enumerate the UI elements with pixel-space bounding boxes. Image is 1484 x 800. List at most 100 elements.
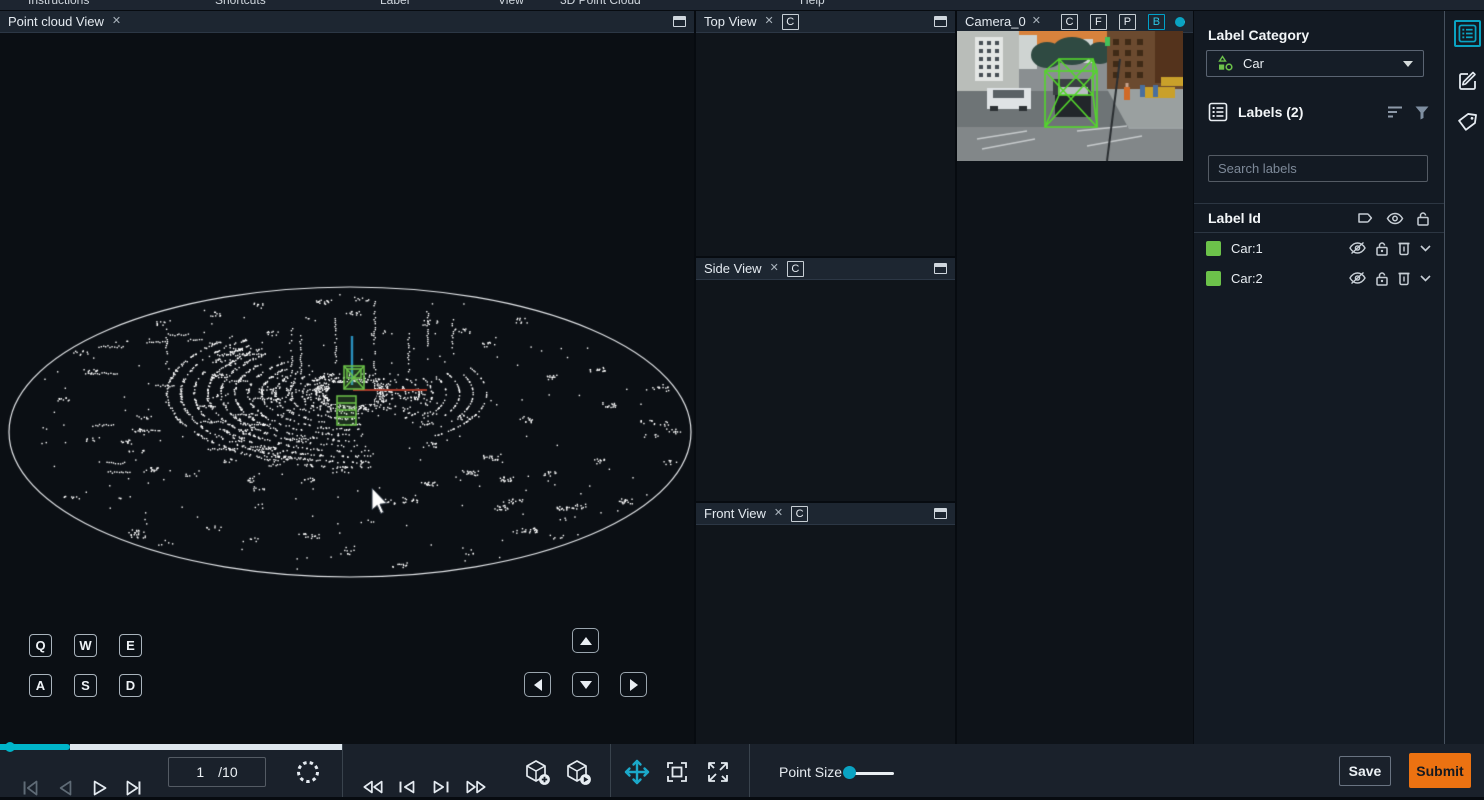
- close-icon[interactable]: ✕: [770, 263, 779, 274]
- top-menu-bar: Instructions Shortcuts Label View 3D Poi…: [0, 0, 1484, 10]
- side-view-header: Side View ✕ C: [696, 258, 955, 280]
- sort-labels-button[interactable]: [1386, 105, 1404, 119]
- delete-label-button[interactable]: [1397, 240, 1411, 256]
- trash-icon: [1397, 270, 1411, 286]
- pan-right-button[interactable]: [620, 672, 647, 697]
- camera-toggle-b[interactable]: B: [1148, 14, 1165, 30]
- frame-scrubber-track[interactable]: [70, 744, 342, 750]
- fast-forward-button[interactable]: [463, 775, 489, 799]
- side-view-c-button[interactable]: C: [787, 261, 804, 277]
- expand-label-button[interactable]: [1419, 274, 1432, 283]
- close-icon[interactable]: ✕: [112, 16, 121, 27]
- tag-icon: [1456, 111, 1480, 133]
- point-cloud-panel-header: Point cloud View ✕: [0, 11, 694, 33]
- filter-icon: [1414, 105, 1430, 120]
- menu-instructions[interactable]: Instructions: [28, 0, 89, 7]
- maximize-icon[interactable]: [934, 16, 947, 27]
- toggle-all-visibility-button[interactable]: [1386, 212, 1404, 225]
- first-frame-button[interactable]: [18, 776, 42, 800]
- expand-label-button[interactable]: [1419, 244, 1432, 253]
- submit-button[interactable]: Submit: [1409, 753, 1471, 788]
- key-w[interactable]: W: [74, 634, 97, 657]
- camera-toggle-f[interactable]: F: [1090, 14, 1107, 30]
- add-cuboid-button[interactable]: [522, 757, 552, 787]
- close-icon[interactable]: ✕: [765, 16, 774, 27]
- save-button[interactable]: Save: [1339, 756, 1391, 786]
- key-a[interactable]: A: [29, 674, 52, 697]
- label-category-dropdown[interactable]: Car: [1206, 50, 1424, 77]
- label-row-car-2[interactable]: Car:2: [1194, 263, 1444, 293]
- fullscreen-button[interactable]: [705, 759, 731, 785]
- camera-toggle-p[interactable]: P: [1119, 14, 1136, 30]
- maximize-icon[interactable]: [934, 263, 947, 274]
- step-back-button[interactable]: [394, 775, 420, 799]
- edit-icon: [1456, 69, 1480, 93]
- key-e[interactable]: E: [119, 634, 142, 657]
- top-view-header: Top View ✕ C: [696, 11, 955, 33]
- maximize-icon[interactable]: [934, 508, 947, 519]
- pan-up-button[interactable]: [572, 628, 599, 653]
- menu-label[interactable]: Label: [380, 0, 409, 7]
- toggle-all-tags-button[interactable]: [1357, 211, 1374, 225]
- previous-icon: [53, 776, 77, 800]
- fit-frame-icon: [664, 759, 690, 785]
- arrow-down-icon: [580, 681, 592, 689]
- label-id-header-row: Label Id: [1194, 203, 1444, 233]
- frame-scrubber-knob[interactable]: [5, 742, 15, 752]
- previous-frame-button[interactable]: [53, 776, 77, 800]
- slider-knob[interactable]: [1175, 17, 1185, 27]
- close-icon[interactable]: ✕: [1032, 16, 1041, 27]
- front-view-c-button[interactable]: C: [791, 506, 808, 522]
- playback-loop-button[interactable]: [294, 758, 322, 786]
- camera-toggle-c[interactable]: C: [1061, 14, 1078, 30]
- lock-all-button[interactable]: [1416, 211, 1430, 226]
- point-size-slider-knob[interactable]: [843, 766, 856, 779]
- visibility-off-button[interactable]: [1348, 241, 1367, 255]
- lock-icon: [1416, 211, 1430, 226]
- key-d[interactable]: D: [119, 674, 142, 697]
- camera-image[interactable]: [957, 31, 1183, 161]
- lock-label-button[interactable]: [1375, 271, 1389, 286]
- rewind-button[interactable]: [360, 775, 386, 799]
- divider: [749, 744, 750, 797]
- move-tool-button[interactable]: [623, 758, 651, 786]
- labels-panel-tab[interactable]: [1454, 20, 1481, 47]
- pan-down-button[interactable]: [572, 672, 599, 697]
- arrow-right-icon: [630, 679, 638, 691]
- play-button[interactable]: [87, 776, 111, 800]
- skip-next-icon: [122, 776, 146, 800]
- step-forward-icon: [428, 775, 454, 799]
- filter-labels-button[interactable]: [1414, 105, 1430, 120]
- menu-3d-point-cloud[interactable]: 3D Point Cloud: [560, 0, 641, 7]
- camera-panel: Camera_0 ✕ C F P B: [957, 11, 1193, 744]
- panel-title: Front View: [704, 506, 766, 521]
- camera-opacity-slider[interactable]: [1171, 14, 1185, 30]
- top-view-c-button[interactable]: C: [782, 14, 799, 30]
- label-sidebar: Label Category Car Labels (2): [1194, 11, 1444, 744]
- top-view-panel: Top View ✕ C: [696, 11, 955, 256]
- fit-view-button[interactable]: [664, 759, 690, 785]
- lock-icon: [1375, 271, 1389, 286]
- label-row-car-1[interactable]: Car:1: [1194, 233, 1444, 263]
- menu-help[interactable]: Help: [800, 0, 825, 7]
- close-icon[interactable]: ✕: [774, 508, 783, 519]
- step-forward-button[interactable]: [428, 775, 454, 799]
- add-cuboid-autofit-button[interactable]: [563, 757, 593, 787]
- panel-title: Point cloud View: [8, 14, 104, 29]
- pan-left-button[interactable]: [524, 672, 551, 697]
- lock-label-button[interactable]: [1375, 241, 1389, 256]
- eye-icon: [1386, 212, 1404, 225]
- delete-label-button[interactable]: [1397, 270, 1411, 286]
- key-q[interactable]: Q: [29, 634, 52, 657]
- key-s[interactable]: S: [74, 674, 97, 697]
- divider: [610, 744, 611, 797]
- visibility-off-button[interactable]: [1348, 271, 1367, 285]
- menu-view[interactable]: View: [498, 0, 524, 7]
- menu-shortcuts[interactable]: Shortcuts: [215, 0, 266, 7]
- maximize-icon[interactable]: [673, 16, 686, 27]
- search-labels-input[interactable]: [1208, 155, 1428, 182]
- edit-panel-tab[interactable]: [1456, 69, 1480, 93]
- frame-counter[interactable]: 1 /10: [168, 757, 266, 787]
- tags-panel-tab[interactable]: [1456, 111, 1480, 133]
- next-frame-button[interactable]: [122, 776, 146, 800]
